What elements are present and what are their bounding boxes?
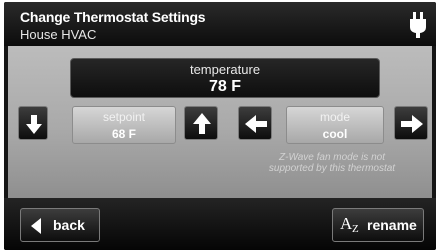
temperature-value: 78 F [208, 78, 241, 95]
mode-value: cool [322, 127, 348, 141]
rename-icon-z: Z [352, 223, 359, 235]
rename-az-icon: A Z [340, 213, 364, 239]
mode-previous-button[interactable] [238, 106, 272, 140]
footer-bar: back A Z rename [4, 198, 436, 250]
note-line-1: Z-Wave fan mode is not [279, 152, 385, 163]
device-name: House HVAC [20, 27, 97, 42]
setpoint-field: setpoint 68 F [72, 106, 176, 144]
setpoint-label: setpoint [102, 110, 146, 124]
fan-mode-note: Z-Wave fan mode is not supported by this… [242, 152, 422, 174]
temperature-display: temperature 78 F [70, 58, 380, 98]
rename-icon-a: A [340, 214, 353, 233]
title-bar: Change Thermostat Settings House HVAC [4, 2, 436, 46]
thermostat-screen: Change Thermostat Settings House HVAC te… [4, 2, 436, 250]
arrow-up-icon [193, 113, 211, 134]
mode-next-button[interactable] [394, 106, 428, 140]
mode-label: mode [319, 110, 351, 124]
arrow-right-icon [401, 115, 423, 133]
arrow-left-icon [245, 115, 267, 133]
setpoint-up-button[interactable] [184, 106, 218, 140]
setpoint-value: 68 F [111, 127, 136, 141]
note-line-2: supported by this thermostat [268, 163, 396, 174]
back-label: back [53, 217, 85, 233]
temperature-label: temperature [189, 62, 261, 77]
triangle-left-icon [31, 218, 41, 234]
page-title: Change Thermostat Settings [20, 9, 206, 25]
plug-icon [410, 12, 426, 38]
setpoint-down-button[interactable] [18, 106, 48, 140]
back-button[interactable]: back [20, 208, 100, 242]
rename-button[interactable]: A Z rename [332, 208, 424, 242]
rename-label: rename [367, 217, 417, 233]
mode-field: mode cool [286, 106, 384, 144]
arrow-down-icon [26, 115, 42, 134]
